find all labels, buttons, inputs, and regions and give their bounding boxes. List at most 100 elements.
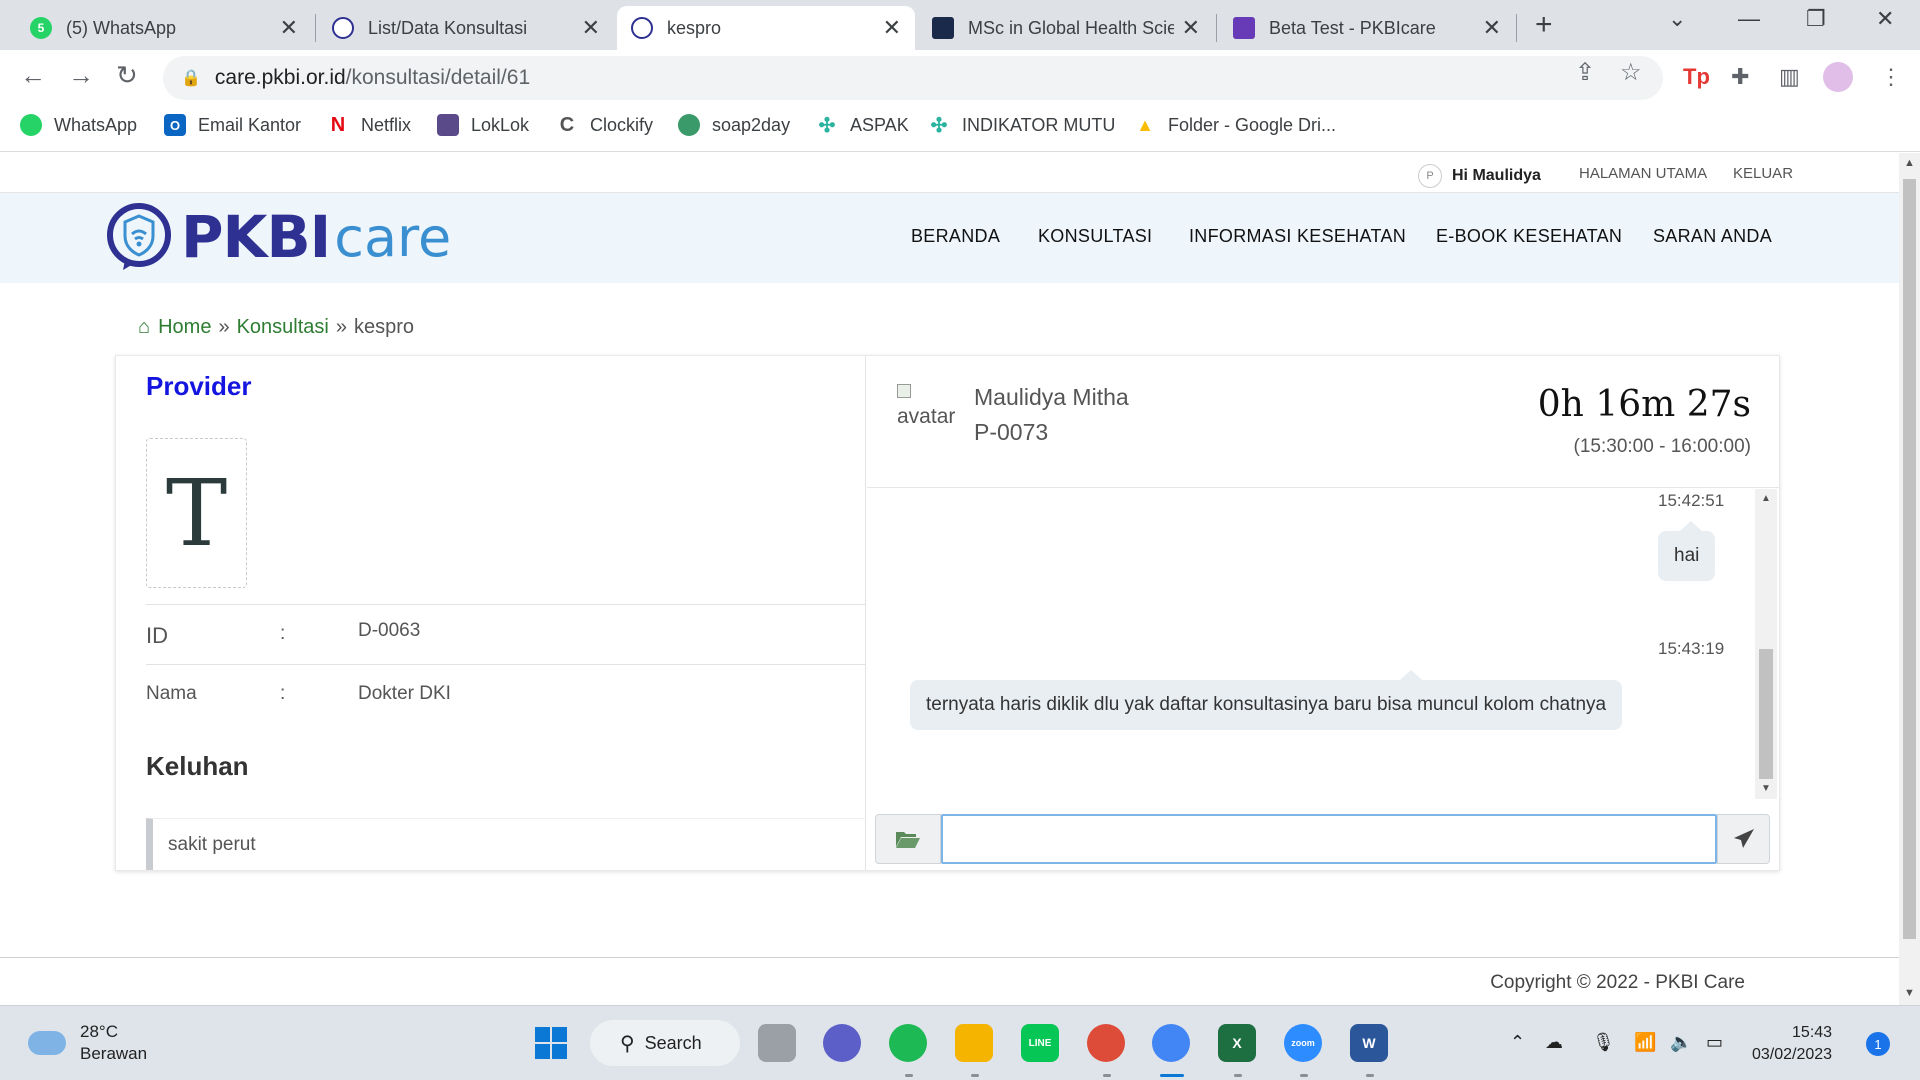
tab-list-data-konsultasi[interactable]: List/Data Konsultasi ✕ [318,6,614,50]
microphone-icon[interactable]: 🎙 [1592,1032,1615,1053]
nav-ebook-kesehatan[interactable]: E-BOOK KESEHATAN [1436,226,1622,247]
spotify-icon[interactable] [889,1024,927,1062]
breadcrumb-home[interactable]: Home [158,316,211,339]
pkbi-care-logo[interactable]: PKBI care [105,197,451,277]
scroll-up-arrow-icon[interactable]: ▲ [1761,493,1771,504]
scroll-up-arrow-icon[interactable]: ▲ [1904,157,1915,169]
volume-icon[interactable]: 🔈 [1670,1032,1692,1053]
teams-chat-icon[interactable] [823,1024,861,1062]
excel-icon[interactable]: X [1218,1024,1256,1062]
breadcrumb-konsultasi[interactable]: Konsultasi [237,316,329,339]
show-hidden-icons-chevron-icon[interactable]: ⌃ [1510,1032,1525,1053]
bookmark-google-drive[interactable]: ▲ Folder - Google Dri... [1134,114,1336,136]
page-scroll-thumb[interactable] [1903,179,1916,939]
bookmark-label: INDIKATOR MUTU [962,114,1116,135]
user-avatar-icon: P [1418,164,1442,188]
close-tab-icon[interactable]: ✕ [582,15,600,41]
bookmark-loklok[interactable]: LokLok [437,114,529,136]
bookmark-star-icon[interactable]: ☆ [1620,58,1642,87]
side-panel-icon[interactable]: ▥ [1779,64,1800,90]
tab-beta-test[interactable]: Beta Test - PKBIcare ✕ [1219,6,1515,50]
bookmarks-bar: WhatsApp O Email Kantor N Netflix LokLok… [0,106,1920,152]
file-explorer-icon[interactable] [955,1024,993,1062]
nav-konsultasi[interactable]: KONSULTASI [1038,226,1152,247]
chat-messages[interactable]: 15:42:51 hai 15:43:19 ternyata haris dik… [867,489,1779,799]
battery-icon[interactable]: ▭ [1706,1032,1723,1053]
bookmark-netflix[interactable]: N Netflix [327,114,411,136]
word-icon[interactable]: W [1350,1024,1388,1062]
search-label: Search [644,1032,702,1053]
windows-taskbar: 28°C Berawan ⚲ Search LINE X zoom W ⌃ ☁ … [0,1005,1920,1080]
menu-kebab-icon[interactable]: ⋮ [1880,64,1902,90]
close-tab-icon[interactable]: ✕ [1483,15,1501,41]
back-arrow-icon[interactable]: ← [20,60,46,91]
close-window-icon[interactable]: ✕ [1876,6,1894,32]
onedrive-cloud-icon[interactable]: ☁ [1545,1032,1563,1053]
line-app-icon[interactable]: LINE [1021,1024,1059,1062]
notification-badge[interactable]: 1 [1866,1032,1890,1056]
tab-search-chevron-icon[interactable]: ⌄ [1668,6,1686,32]
nav-informasi-kesehatan[interactable]: INFORMASI KESEHATAN [1189,226,1406,247]
tab-msc-global-health[interactable]: MSc in Global Health Scie ✕ [918,6,1214,50]
bookmark-whatsapp[interactable]: WhatsApp [20,114,137,136]
bookmark-label: ASPAK [850,114,909,135]
chat-bubble: hai [1658,521,1716,581]
breadcrumb-separator: » [218,316,230,338]
chrome-active-icon[interactable] [1152,1024,1190,1062]
zoom-icon[interactable]: zoom [1284,1024,1322,1062]
tab-divider [315,14,316,42]
chat-scrollbar[interactable]: ▲ ▼ [1755,489,1777,799]
tab-whatsapp[interactable]: 5 (5) WhatsApp ✕ [16,6,312,50]
bookmark-aspak[interactable]: ✣ ASPAK [816,114,909,137]
tab-title: List/Data Konsultasi [368,17,528,38]
soap2day-icon [678,114,700,136]
scroll-down-arrow-icon[interactable]: ▼ [1761,783,1771,794]
nav-beranda[interactable]: BERANDA [911,226,1000,247]
profile-avatar[interactable] [1823,62,1853,92]
bookmark-soap2day[interactable]: soap2day [678,114,790,136]
bookmark-indikator-mutu[interactable]: ✣ INDIKATOR MUTU [928,114,1116,137]
extensions-puzzle-icon[interactable]: ✚ [1731,64,1749,90]
message-input[interactable] [941,814,1717,864]
system-clock[interactable]: 15:43 03/02/2023 [1752,1022,1832,1066]
chrome-profile-p-icon[interactable] [1087,1024,1125,1062]
chat-panel: avatar Maulidya Mitha P-0073 0h 16m 27s … [867,356,1779,870]
url-host: care.pkbi.or.id [214,66,346,89]
restore-icon[interactable]: ❐ [1806,6,1826,32]
weather-widget[interactable]: 28°C Berawan [28,1021,147,1065]
avatar-broken-image: avatar [897,379,955,429]
nav-saran-anda[interactable]: SARAN ANDA [1653,226,1772,247]
close-tab-icon[interactable]: ✕ [280,15,298,41]
bookmark-email-kantor[interactable]: O Email Kantor [164,114,301,136]
chat-scroll-thumb[interactable] [1759,649,1773,779]
scroll-down-arrow-icon[interactable]: ▼ [1904,987,1915,999]
windows-logo-icon [535,1027,567,1059]
close-tab-icon[interactable]: ✕ [883,15,901,41]
page-scrollbar[interactable]: ▲ ▼ [1899,153,1920,1005]
attach-file-button[interactable] [875,814,941,864]
keluar-link[interactable]: KELUAR [1733,165,1793,182]
minimize-icon[interactable]: — [1738,6,1760,32]
keluhan-title: Keluhan [146,751,249,781]
running-indicator [1300,1074,1308,1077]
windows-start-icon[interactable] [532,1024,570,1062]
close-tab-icon[interactable]: ✕ [1182,15,1200,41]
halaman-utama-link[interactable]: HALAMAN UTAMA [1579,165,1707,182]
forward-arrow-icon[interactable]: → [68,60,94,91]
new-tab-plus-icon[interactable]: + [1535,8,1553,42]
reload-icon[interactable]: ↻ [116,60,138,91]
bookmark-clockify[interactable]: C Clockify [556,114,653,136]
clock-time: 15:43 [1792,1024,1833,1041]
wifi-icon[interactable]: 📶 [1634,1032,1656,1053]
extension-tp-icon[interactable]: Tp [1683,64,1710,90]
browser-toolbar: ← → ↻ 🔒 care.pkbi.or.id/konsultasi/detai… [0,50,1920,106]
message-time: 15:42:51 [1658,491,1725,510]
share-icon[interactable]: ⇪ [1575,58,1595,87]
taskbar-search[interactable]: ⚲ Search [590,1020,740,1066]
task-view-icon[interactable] [758,1024,796,1062]
address-bar[interactable]: 🔒 care.pkbi.or.id/konsultasi/detail/61 [163,56,1663,100]
greeting-text: Hi Maulidya [1452,167,1541,184]
tab-kespro[interactable]: kespro ✕ [617,6,915,50]
running-indicator [905,1074,913,1077]
send-button[interactable] [1717,814,1770,864]
